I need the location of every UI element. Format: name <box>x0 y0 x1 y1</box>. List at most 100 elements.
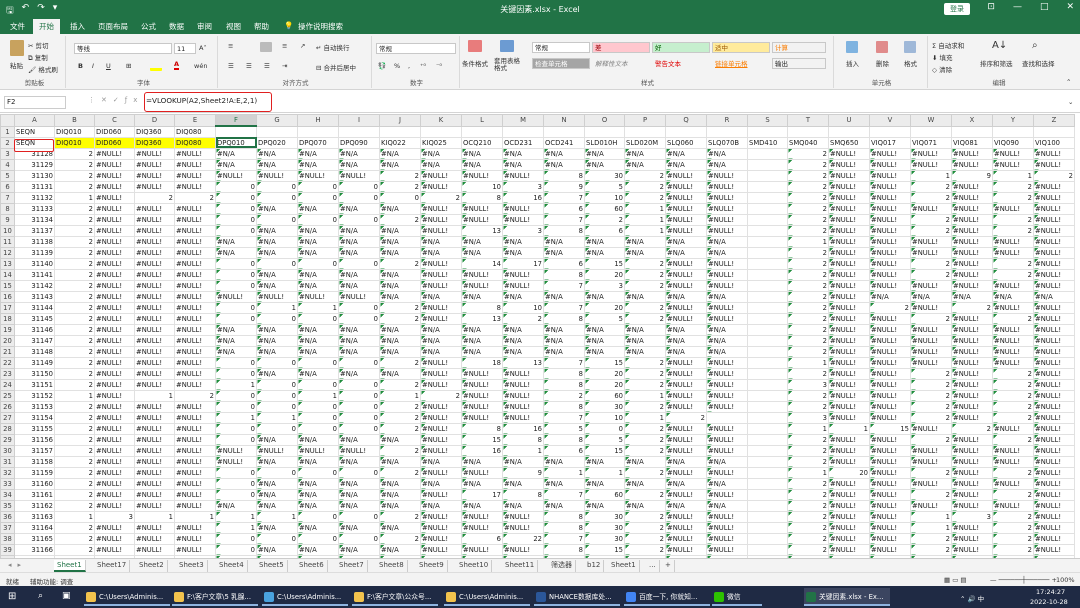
cell-h37[interactable]: #N/A <box>297 521 339 534</box>
underline-icon[interactable]: U <box>106 62 111 70</box>
cell-h11[interactable]: #N/A <box>297 235 339 248</box>
cell-b30[interactable]: 2 <box>54 444 95 457</box>
cell-n26[interactable]: 8 <box>543 400 585 413</box>
cell-w24[interactable]: 2 <box>910 378 952 391</box>
cell-j5[interactable]: 2 <box>379 169 421 182</box>
cell-l8[interactable]: #NULL! <box>461 202 503 215</box>
row-header[interactable]: 29 <box>0 433 15 446</box>
cell-q16[interactable]: #N/A <box>665 290 707 303</box>
column-header-y[interactable]: Y <box>992 114 1034 127</box>
column-header-z[interactable]: Z <box>1033 114 1075 127</box>
cell-o33[interactable]: #N/A <box>584 477 625 490</box>
format-cells-icon[interactable] <box>904 41 916 53</box>
insert-cells-button[interactable]: 插入 <box>846 58 859 68</box>
cell-s19[interactable] <box>747 323 788 336</box>
find-select-icon[interactable]: ⌕ <box>1032 40 1038 51</box>
row-header[interactable]: 6 <box>0 180 15 193</box>
cell-m18[interactable]: 2 <box>502 312 544 325</box>
cell-w8[interactable]: #NULL! <box>910 202 952 215</box>
cell-z12[interactable]: #NULL! <box>1033 246 1075 259</box>
cell-s12[interactable] <box>747 246 788 259</box>
cell-j23[interactable]: #N/A <box>379 367 421 380</box>
cell-s23[interactable] <box>747 367 788 380</box>
cell-a33[interactable]: 31160 <box>14 477 55 490</box>
cell-b12[interactable]: 2 <box>54 246 95 259</box>
cell-c38[interactable]: #NULL! <box>94 532 135 545</box>
cell-h18[interactable]: 0 <box>297 312 339 325</box>
font-color-icon[interactable]: A <box>174 60 180 70</box>
cell-j2[interactable]: KIQ022 <box>379 136 421 149</box>
cell-o27[interactable]: 10 <box>584 411 625 424</box>
cell-p18[interactable]: 2 <box>624 312 666 325</box>
cell-j16[interactable]: #N/A <box>379 290 421 303</box>
cell-j12[interactable]: #N/A <box>379 246 421 259</box>
cell-g24[interactable]: 0 <box>256 378 298 391</box>
cell-c2[interactable]: DID060 <box>94 136 135 149</box>
cell-d20[interactable]: #NULL! <box>134 334 175 347</box>
cell-p37[interactable]: 2 <box>624 521 666 534</box>
cell-s15[interactable] <box>747 279 788 292</box>
cell-e26[interactable]: #NULL! <box>174 400 216 413</box>
cell-d30[interactable]: #NULL! <box>134 444 175 457</box>
cell-z14[interactable]: #NULL! <box>1033 268 1075 281</box>
cell-f36[interactable]: 1 <box>215 510 257 523</box>
cell-i29[interactable]: #N/A <box>338 433 380 446</box>
cell-l33[interactable]: #N/A <box>461 477 503 490</box>
cell-t35[interactable]: 2 <box>787 499 829 512</box>
cell-z23[interactable]: #NULL! <box>1033 367 1075 380</box>
cell-e27[interactable]: #NULL! <box>174 411 216 424</box>
cell-p30[interactable]: 2 <box>624 444 666 457</box>
cell-u36[interactable]: #NULL! <box>828 510 870 523</box>
cell-b31[interactable]: 2 <box>54 455 95 468</box>
row-header[interactable]: 32 <box>0 466 15 479</box>
cell-l3[interactable]: #N/A <box>461 147 503 160</box>
cell-r21[interactable]: #N/A <box>706 345 748 358</box>
cell-y16[interactable]: #N/A <box>992 290 1034 303</box>
cell-a37[interactable]: 31164 <box>14 521 55 534</box>
cell-p11[interactable]: #N/A <box>624 235 666 248</box>
align-middle-icon[interactable] <box>260 42 272 52</box>
cell-f11[interactable]: #N/A <box>215 235 257 248</box>
cell-w19[interactable]: #NULL! <box>910 323 952 336</box>
delete-cells-button[interactable]: 删除 <box>876 58 889 68</box>
cell-a30[interactable]: 31157 <box>14 444 55 457</box>
sheet-tab-11[interactable]: Sheet10 <box>456 560 493 572</box>
cell-u1[interactable] <box>828 125 870 138</box>
cell-q8[interactable]: #NULL! <box>665 202 707 215</box>
cell-m23[interactable]: #NULL! <box>502 367 544 380</box>
cell-x13[interactable]: #NULL! <box>951 257 993 270</box>
cell-p27[interactable]: 1 <box>624 411 666 424</box>
cell-q35[interactable]: #N/A <box>665 499 707 512</box>
cell-p31[interactable]: #N/A <box>624 455 666 468</box>
cell-m2[interactable]: OCD231 <box>502 136 544 149</box>
cell-a29[interactable]: 31156 <box>14 433 55 446</box>
row-header[interactable]: 30 <box>0 444 15 457</box>
cell-q23[interactable]: #NULL! <box>665 367 707 380</box>
cell-h7[interactable]: 0 <box>297 191 339 204</box>
cell-m10[interactable]: 3 <box>502 224 544 237</box>
style-explanatory[interactable]: 解释性文本 <box>592 58 650 69</box>
cell-z28[interactable]: #NULL! <box>1033 422 1075 435</box>
cell-g33[interactable]: #N/A <box>256 477 298 490</box>
row-header[interactable]: 24 <box>0 378 15 391</box>
cell-e33[interactable]: #NULL! <box>174 477 216 490</box>
cell-c32[interactable]: #NULL! <box>94 466 135 479</box>
cell-g26[interactable]: 0 <box>256 400 298 413</box>
cell-w27[interactable]: 2 <box>910 411 952 424</box>
column-header-u[interactable]: U <box>828 114 870 127</box>
cell-m29[interactable]: 8 <box>502 433 544 446</box>
task-view-icon[interactable]: ▣ <box>62 591 71 601</box>
cell-w20[interactable]: #NULL! <box>910 334 952 347</box>
cell-p8[interactable]: 1 <box>624 202 666 215</box>
cell-b21[interactable]: 2 <box>54 345 95 358</box>
cell-m22[interactable]: 13 <box>502 356 544 369</box>
cell-k33[interactable]: #N/A <box>420 477 462 490</box>
cell-s7[interactable] <box>747 191 788 204</box>
cell-t30[interactable]: 2 <box>787 444 829 457</box>
cell-z21[interactable]: #NULL! <box>1033 345 1075 358</box>
cell-g31[interactable]: #N/A <box>256 455 298 468</box>
style-linked-cell[interactable]: 链接单元格 <box>712 58 770 69</box>
cell-h13[interactable]: 0 <box>297 257 339 270</box>
cell-i11[interactable]: #N/A <box>338 235 380 248</box>
cell-q21[interactable]: #N/A <box>665 345 707 358</box>
